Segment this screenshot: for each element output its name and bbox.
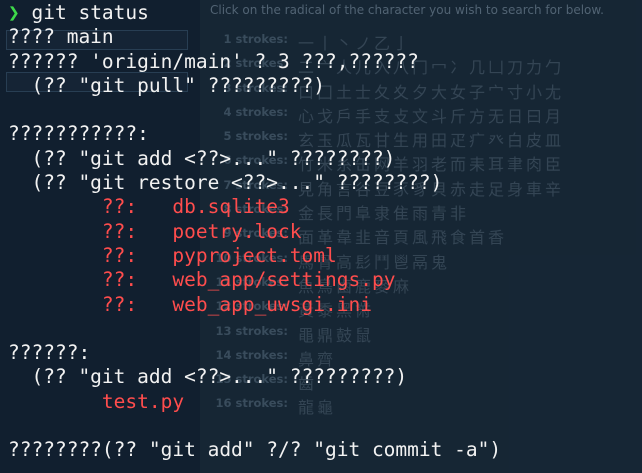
output-line: ?????? 'origin/main' ? 3 ???,?????? bbox=[8, 49, 419, 73]
output-line: (?? "git restore <??>..." ????????) bbox=[8, 171, 443, 195]
modified-file: web_app_uwsgi.ini bbox=[172, 292, 372, 316]
modified-file-line: ??: poetry.lock bbox=[8, 220, 501, 244]
modified-status: ??: bbox=[101, 195, 138, 219]
modified-status: ??: bbox=[101, 268, 138, 292]
modified-file-line: ??: web_app_uwsgi.ini bbox=[8, 293, 501, 317]
modified-file-line: ??: pyproject.toml bbox=[8, 244, 501, 268]
output-line: ???? main bbox=[8, 25, 114, 49]
modified-status: ??: bbox=[101, 219, 138, 243]
command-text: git status bbox=[19, 1, 149, 24]
untracked-file-line: test.py bbox=[8, 390, 501, 414]
modified-file: pyproject.toml bbox=[172, 243, 337, 267]
footer-line: ????????(?? "git add" ?/? "git commit -a… bbox=[8, 438, 502, 462]
modified-file: poetry.lock bbox=[172, 219, 302, 243]
untracked-hint: (?? "git add <??>..." ?????????) bbox=[8, 365, 408, 389]
modified-status: ??: bbox=[101, 292, 138, 316]
modified-file-line: ??: db.sqlite3 bbox=[8, 195, 501, 219]
output-line: (?? "git add <??>..." ????????) bbox=[8, 146, 396, 170]
modified-file-line: ??: web_app/settings.py bbox=[8, 268, 501, 292]
output-line: (?? "git pull" ?????????) bbox=[8, 73, 325, 97]
modified-status: ??: bbox=[101, 243, 138, 267]
untracked-header: ??????: bbox=[8, 341, 91, 365]
prompt-line: ❯ git status bbox=[8, 1, 501, 25]
untracked-file: test.py bbox=[101, 389, 185, 413]
modified-file: db.sqlite3 bbox=[172, 195, 290, 219]
output-line: ???????????: bbox=[8, 122, 149, 146]
terminal-output: ❯ git status ???? main ?????? 'origin/ma… bbox=[8, 1, 501, 463]
terminal-window[interactable]: ❯ git status ???? main ?????? 'origin/ma… bbox=[0, 0, 642, 473]
prompt-arrow-icon: ❯ bbox=[8, 1, 20, 24]
modified-file: web_app/settings.py bbox=[172, 268, 396, 292]
